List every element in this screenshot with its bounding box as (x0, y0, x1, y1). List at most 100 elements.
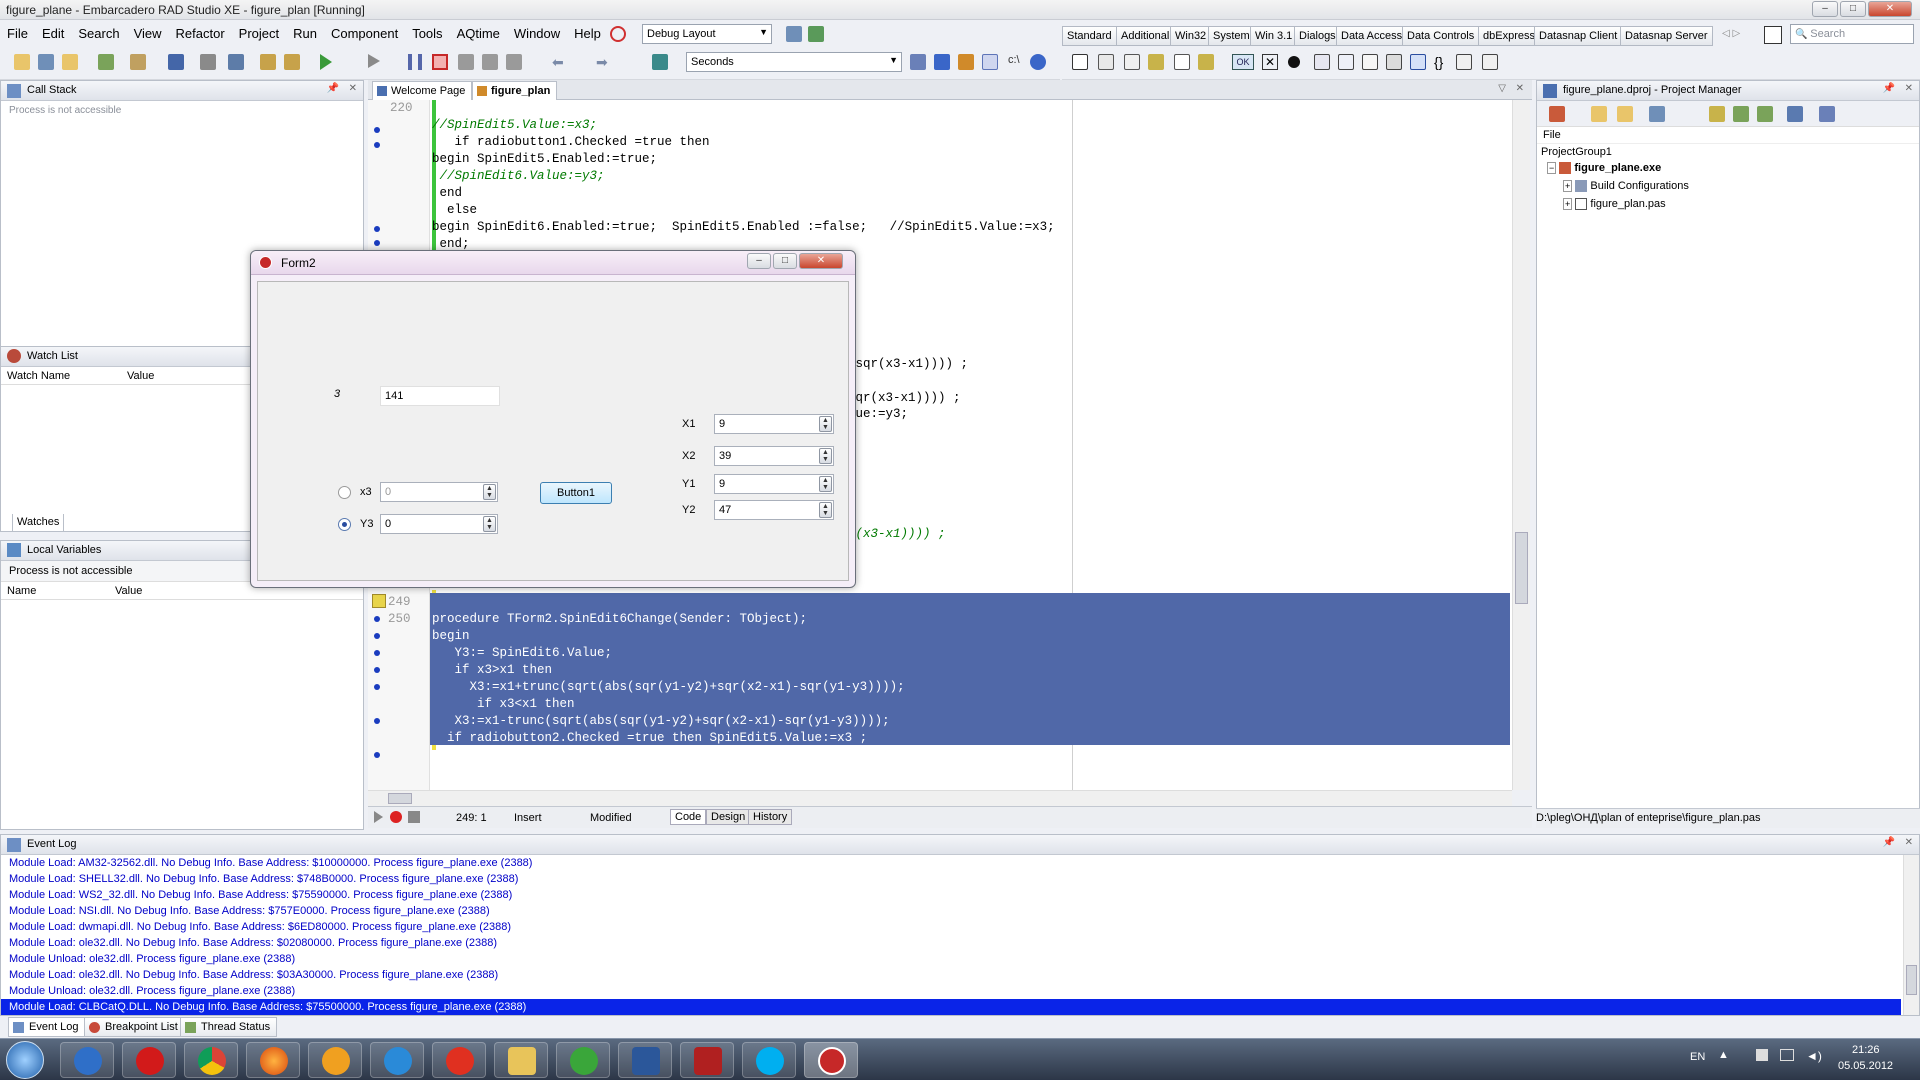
tpanel-icon[interactable] (1456, 54, 1472, 70)
volume-icon[interactable]: ◄) (1806, 1049, 1822, 1063)
tab-welcome-page[interactable]: Welcome Page (372, 81, 473, 100)
taskbar-firefox[interactable] (246, 1042, 300, 1078)
taskbar-ie[interactable] (370, 1042, 424, 1078)
spin-x1[interactable]: 9 ▲ ▼ (714, 414, 834, 434)
close-tab-icon[interactable]: ✕ (1516, 83, 1524, 94)
log-line[interactable]: Module Load: NSI.dll. No Debug Info. Bas… (1, 903, 1919, 919)
taskbar-explorer[interactable] (494, 1042, 548, 1078)
tmemo-icon[interactable] (1198, 54, 1214, 70)
braces-icon[interactable]: {} (1434, 54, 1443, 70)
expand-icon[interactable] (1733, 106, 1749, 122)
tab-figure-plan[interactable]: figure_plan (472, 81, 558, 100)
spin-arrows-icon[interactable]: ▲ ▼ (819, 502, 832, 518)
info-icon[interactable] (1030, 54, 1046, 70)
open-project-icon[interactable] (62, 54, 78, 70)
log-line[interactable]: Module Load: AM32-32562.dll. No Debug In… (1, 855, 1919, 871)
vscroll-thumb[interactable] (1515, 532, 1528, 604)
chart-icon[interactable] (958, 54, 974, 70)
language-indicator[interactable]: EN (1690, 1051, 1705, 1063)
palette-scroll-arrows[interactable]: ◁ ▷ (1722, 28, 1740, 39)
log-line[interactable]: Module Load: WS2_32.dll. No Debug Info. … (1, 887, 1919, 903)
collapse-icon[interactable] (1757, 106, 1773, 122)
log-line[interactable]: Module Load: dwmapi.dll. No Debug Info. … (1, 919, 1919, 935)
log-line-selected[interactable]: Module Load: CLBCatQ.DLL. No Debug Info.… (1, 999, 1901, 1015)
event-log-list[interactable]: Module Load: AM32-32562.dll. No Debug In… (1, 855, 1919, 1015)
menu-help[interactable]: Help (567, 22, 608, 41)
spin-arrows-icon[interactable]: ▲ ▼ (819, 416, 832, 432)
taskbar-utorrent[interactable] (556, 1042, 610, 1078)
menu-search[interactable]: Search (71, 22, 126, 41)
taskbar-outlook[interactable] (60, 1042, 114, 1078)
tree-item-pas[interactable]: + figure_plan.pas (1563, 198, 1666, 211)
tab-design[interactable]: Design (706, 809, 751, 825)
menu-aqtime[interactable]: AQtime (450, 22, 507, 41)
add-file-icon[interactable] (98, 54, 114, 70)
tmainmenu-icon[interactable] (1098, 54, 1114, 70)
view-unit-icon[interactable] (228, 54, 244, 70)
tradiogroup-icon[interactable] (1410, 54, 1426, 70)
save-all-icon[interactable] (200, 54, 216, 70)
sync-icon[interactable] (1617, 106, 1633, 122)
flag-icon[interactable] (1756, 1049, 1768, 1061)
tree-item-exe[interactable]: − figure_plane.exe (1547, 162, 1661, 175)
palette-tab-additional[interactable]: Additional (1116, 26, 1175, 46)
play-macro-icon[interactable] (374, 811, 383, 823)
event-log-scrollbar[interactable] (1903, 855, 1919, 1015)
palette-tab-datasnap-server[interactable]: Datasnap Server (1620, 26, 1713, 46)
pin-icon[interactable]: 📌 (1883, 83, 1895, 94)
step-into-icon[interactable] (458, 54, 474, 70)
spin-x2[interactable]: 39 ▲ ▼ (714, 446, 834, 466)
file-column-header[interactable]: File (1537, 127, 1919, 144)
palette-tab-win31[interactable]: Win 3.1 (1250, 26, 1298, 46)
tab-breakpoint-list[interactable]: Breakpoint List (84, 1017, 185, 1037)
palette-tab-data-controls[interactable]: Data Controls (1402, 26, 1480, 46)
remove-file-icon[interactable] (130, 54, 146, 70)
tradiobutton-icon[interactable] (1288, 56, 1300, 68)
spin-arrows-icon[interactable]: ▲ ▼ (483, 516, 496, 532)
radio-y3[interactable] (338, 518, 351, 531)
save-icon[interactable] (168, 54, 184, 70)
stop-icon[interactable] (432, 54, 448, 70)
tbutton-icon[interactable]: OK (1232, 54, 1254, 70)
palette-tab-dbexpress[interactable]: dbExpress (1478, 26, 1540, 46)
results-icon[interactable] (910, 54, 926, 70)
new-icon[interactable] (14, 54, 30, 70)
local-col-value[interactable]: Value (115, 585, 142, 597)
close-button[interactable]: ✕ (1868, 1, 1912, 17)
watch-col-value[interactable]: Value (127, 370, 154, 382)
editor-hscrollbar[interactable] (368, 790, 1512, 806)
tactionlist-icon[interactable] (1482, 54, 1498, 70)
minimize-button[interactable]: – (1812, 1, 1838, 17)
pause-icon[interactable] (408, 54, 422, 70)
tlistbox-icon[interactable] (1314, 54, 1330, 70)
close-panel-icon[interactable]: ✕ (1905, 837, 1913, 848)
run-without-debug-icon[interactable] (368, 54, 380, 68)
tab-event-log[interactable]: Event Log (8, 1017, 86, 1037)
log-line[interactable]: Module Unload: ole32.dll. Process figure… (1, 951, 1919, 967)
log-line[interactable]: Module Unload: ole32.dll. Process figure… (1, 983, 1919, 999)
profiler-icon[interactable] (652, 54, 668, 70)
menu-project[interactable]: Project (232, 22, 286, 41)
activate-icon[interactable] (1549, 106, 1565, 122)
log-line[interactable]: Module Load: SHELL32.dll. No Debug Info.… (1, 871, 1919, 887)
view-icon[interactable] (1787, 106, 1803, 122)
spin-arrows-icon[interactable]: ▲ ▼ (819, 448, 832, 464)
tgroupbox-icon[interactable] (1386, 54, 1402, 70)
spin-y2[interactable]: 47 ▲ ▼ (714, 500, 834, 520)
stop-macro-icon[interactable] (408, 811, 420, 823)
network-icon[interactable] (1780, 1049, 1794, 1061)
tframe-icon[interactable] (1072, 54, 1088, 70)
log-scroll-thumb[interactable] (1906, 965, 1917, 995)
pin-icon[interactable]: 📌 (1883, 837, 1895, 848)
taskbar-yandex[interactable] (432, 1042, 486, 1078)
help-icon[interactable] (610, 26, 626, 42)
editor-vscrollbar[interactable] (1512, 100, 1530, 790)
radio-x3[interactable] (338, 486, 351, 499)
taskbar-chrome[interactable] (184, 1042, 238, 1078)
log-line[interactable]: Module Load: ole32.dll. No Debug Info. B… (1, 967, 1919, 983)
close-panel-icon[interactable]: ✕ (1905, 83, 1913, 94)
tree-item-build-config[interactable]: + Build Configurations (1563, 180, 1689, 193)
watch-col-name[interactable]: Watch Name (7, 370, 70, 382)
taskbar-skype[interactable] (742, 1042, 796, 1078)
log-line[interactable]: Module Load: ole32.dll. No Debug Info. B… (1, 935, 1919, 951)
